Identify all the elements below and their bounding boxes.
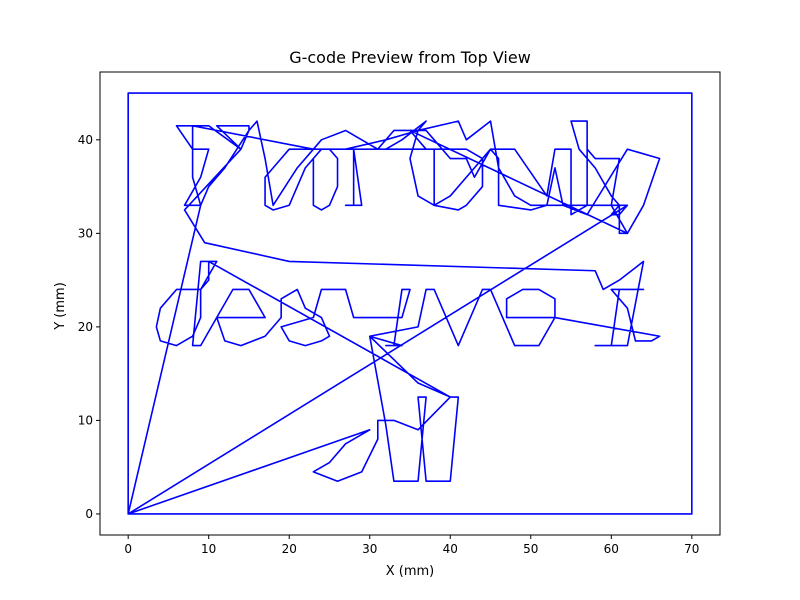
y-tick-label: 20 xyxy=(78,320,93,334)
x-tick-label: 20 xyxy=(282,542,297,556)
y-axis-label: Y (mm) xyxy=(53,282,68,331)
x-tick-label: 50 xyxy=(523,542,538,556)
x-tick-label: 70 xyxy=(684,542,699,556)
y-tick-label: 10 xyxy=(78,413,93,427)
y-tick-label: 0 xyxy=(85,507,93,521)
x-tick-label: 10 xyxy=(201,542,216,556)
x-tick-label: 40 xyxy=(443,542,458,556)
y-tick-label: 40 xyxy=(78,133,93,147)
chart-figure: G-code Preview from Top View 0 10 20 30 40 50… xyxy=(0,0,800,600)
x-tick-label: 0 xyxy=(124,542,132,556)
y-tick-label: 30 xyxy=(78,226,93,240)
x-axis-label: X (mm) xyxy=(386,564,435,579)
chart-title: G-code Preview from Top View xyxy=(289,48,531,67)
x-tick-label: 60 xyxy=(604,542,619,556)
x-tick-label: 30 xyxy=(362,542,377,556)
